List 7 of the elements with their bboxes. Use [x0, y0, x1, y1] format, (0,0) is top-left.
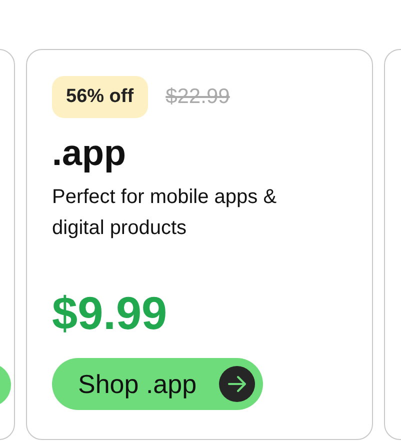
- product-price: $9.99: [52, 286, 168, 340]
- original-price: $22.99: [166, 85, 230, 109]
- product-description: Perfect for mobile apps & digital products: [52, 185, 278, 241]
- arrow-right-icon: [218, 366, 255, 402]
- shop-button[interactable]: Shop .app: [52, 358, 263, 410]
- product-title: .app: [52, 132, 126, 174]
- discount-badge: 56% off: [52, 76, 148, 118]
